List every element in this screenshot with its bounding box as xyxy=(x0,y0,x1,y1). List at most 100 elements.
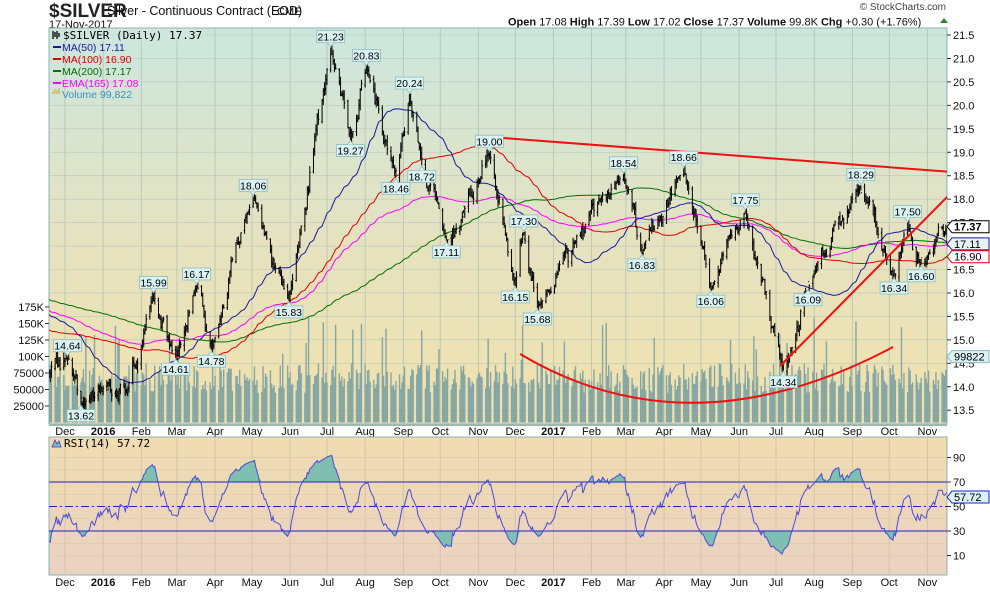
volume-bar xyxy=(455,382,457,423)
volume-bar xyxy=(211,364,214,423)
x-axis-upper: Dec 2016 Feb Mar Apr May Jun Jul Aug Sep Oct Nov Dec… xyxy=(49,424,947,438)
volume-bar xyxy=(582,370,584,423)
volume-bar xyxy=(115,378,118,423)
volume-bar xyxy=(943,375,946,423)
x-tick-label: Mar xyxy=(616,426,635,438)
volume-bar xyxy=(754,391,756,423)
volume-bar xyxy=(312,384,315,423)
volume-bar xyxy=(553,365,556,423)
volume-bar xyxy=(360,323,363,423)
volume-bar xyxy=(734,372,737,423)
volume-bar xyxy=(218,390,220,423)
rsi-axis: 103050709057.72 xyxy=(946,453,990,563)
volume-bar xyxy=(453,379,455,423)
last-value-text: 16.90 xyxy=(954,252,982,264)
volume-bar xyxy=(834,381,836,423)
volume-bar xyxy=(193,366,195,423)
pivot-label-text: 14.34 xyxy=(770,377,796,389)
volume-bar xyxy=(703,370,706,423)
chg-label: Chg xyxy=(821,17,842,29)
volume-label: Volume xyxy=(747,17,786,29)
volume-bar xyxy=(390,372,392,423)
volume-bar xyxy=(373,379,375,423)
volume-bar xyxy=(400,388,402,423)
pivot-label-text: 18.29 xyxy=(848,170,874,182)
volume-bar xyxy=(648,367,651,423)
volume-bar xyxy=(665,375,668,423)
volume-bar xyxy=(231,390,233,423)
volume-bar xyxy=(855,321,857,423)
volume-bar xyxy=(712,387,714,423)
x-tick-label: Oct xyxy=(881,577,898,589)
volume-bar xyxy=(639,371,642,423)
volume-bar xyxy=(98,375,101,423)
volume-bar xyxy=(874,369,877,423)
volume-bar xyxy=(269,370,272,423)
ohlc-readout: Open 17.08 High 17.39 Low 17.02 Close 17… xyxy=(508,17,921,29)
volume-bar xyxy=(349,378,352,423)
low-value: 17.02 xyxy=(653,17,681,29)
volume-bar xyxy=(437,368,439,423)
pivot-label-text: 17.75 xyxy=(732,195,758,207)
volume-bar xyxy=(729,339,732,423)
volume-bar xyxy=(237,384,240,423)
volume-bar xyxy=(307,317,310,423)
volume-bar xyxy=(566,377,568,423)
volume-bar xyxy=(900,327,903,423)
volume-bar xyxy=(256,380,258,423)
pivot-label-text: 20.24 xyxy=(396,78,422,90)
x-tick-label: Oct xyxy=(432,426,449,438)
price-tick-label: 21.0 xyxy=(953,53,974,65)
volume-bar xyxy=(579,373,582,423)
volume-bar xyxy=(851,386,853,423)
x-tick-label: Apr xyxy=(207,577,224,589)
volume-bar xyxy=(502,384,504,423)
x-tick-label: Nov xyxy=(469,426,489,438)
volume-bar xyxy=(936,388,938,423)
x-tick-label: Dec xyxy=(505,577,525,589)
x-tick-label: Sep xyxy=(842,426,862,438)
volume-bar xyxy=(366,370,369,423)
volume-bar xyxy=(676,385,679,423)
volume-bar xyxy=(323,382,326,423)
volume-bar xyxy=(883,380,885,423)
volume-bar xyxy=(546,374,548,423)
volume-bar xyxy=(537,382,540,423)
pivot-label-text: 16.06 xyxy=(698,296,724,308)
volume-bar xyxy=(375,384,377,423)
volume-bar xyxy=(330,385,332,423)
x-tick-label: May xyxy=(691,577,712,589)
volume-bar xyxy=(669,372,671,423)
volume-bar xyxy=(286,365,289,423)
volume-bar xyxy=(882,369,884,423)
volume-bar xyxy=(343,378,345,423)
volume-bar xyxy=(545,370,547,423)
volume-bar xyxy=(450,389,452,423)
volume-bar xyxy=(183,369,186,423)
volume-bar xyxy=(841,384,844,423)
volume-bar xyxy=(357,372,359,423)
rsi-last-value-badge: 57.72 xyxy=(946,490,990,504)
volume-bar xyxy=(295,390,297,423)
volume-bar xyxy=(407,388,409,423)
price-axis: 13.514.014.515.015.516.016.517.017.518.0… xyxy=(946,30,990,417)
x-tick-label: Aug xyxy=(355,577,375,589)
legend-ma50: MA(50) 17.11 xyxy=(62,42,125,54)
x-tick-label: Mar xyxy=(167,577,186,589)
volume-bar xyxy=(59,368,61,423)
volume-bar xyxy=(790,387,792,423)
volume-bar xyxy=(299,365,301,423)
volume-bar xyxy=(386,371,388,423)
volume-bar xyxy=(498,372,500,423)
volume-bar xyxy=(838,386,840,423)
volume-bar xyxy=(540,364,542,423)
volume-bar xyxy=(209,382,211,423)
x-tick-label: Aug xyxy=(355,426,375,438)
volume-bar xyxy=(945,370,947,423)
volume-bar xyxy=(204,380,206,423)
volume-bar xyxy=(471,381,473,423)
volume-bar xyxy=(512,366,514,423)
x-tick-label: Jun xyxy=(281,577,299,589)
volume-bar xyxy=(178,388,181,423)
x-tick-label: Jul xyxy=(769,577,783,589)
